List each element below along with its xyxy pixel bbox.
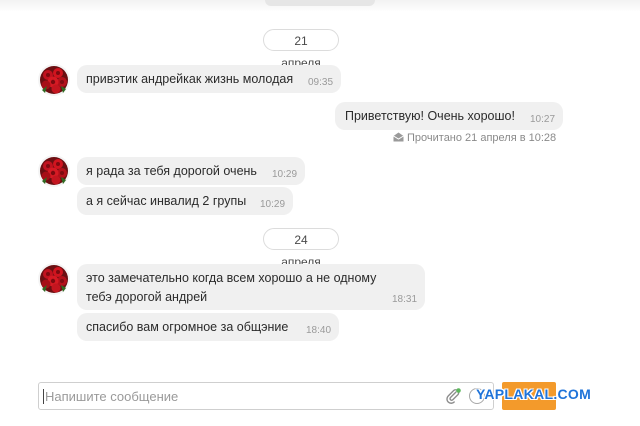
- incoming-message[interactable]: а я сейчас инвалид 2 групы 10:29: [77, 187, 293, 215]
- message-time: 10:29: [272, 169, 298, 180]
- red-roses-avatar-icon: [38, 155, 70, 187]
- message-text: привэтик андрейкак жизнь молодая: [86, 72, 294, 86]
- message-text: спасибо вам огромное за общэние: [86, 320, 289, 334]
- envelope-open-icon: [393, 132, 404, 145]
- date-separator: 21 апреля: [263, 29, 339, 70]
- message-time: 18:31: [392, 294, 418, 305]
- incoming-message[interactable]: спасибо вам огромное за общэние 18:40: [77, 313, 339, 341]
- message-text: а я сейчас инвалид 2 групы: [86, 194, 247, 208]
- text-caret: [43, 389, 44, 404]
- read-receipt-text: Прочитано 21 апреля в 10:28: [407, 132, 557, 144]
- message-composer[interactable]: [38, 382, 494, 410]
- site-watermark: YAPLAKAL.COM: [476, 386, 592, 402]
- message-time: 18:40: [306, 325, 332, 336]
- avatar[interactable]: [38, 263, 70, 295]
- outgoing-message[interactable]: Приветствую! Очень хорошо! 10:27: [335, 102, 563, 130]
- read-receipt: Прочитано 21 апреля в 10:28: [393, 132, 556, 145]
- incoming-message[interactable]: это замечательно когда всем хорошо а не …: [77, 264, 425, 310]
- date-separator: 24 апреля: [263, 228, 339, 269]
- avatar[interactable]: [38, 155, 70, 187]
- message-text: я рада за тебя дорогой очень: [86, 164, 257, 178]
- previous-date-pill-cut: [265, 0, 375, 6]
- message-time: 10:27: [530, 114, 556, 125]
- incoming-message[interactable]: я рада за тебя дорогой очень 10:29: [77, 157, 305, 185]
- message-text-line: тебэ дорогой андрей: [86, 290, 208, 304]
- red-roses-avatar-icon: [38, 64, 70, 96]
- message-input[interactable]: [45, 386, 435, 406]
- red-roses-avatar-icon: [38, 263, 70, 295]
- message-time: 10:29: [260, 199, 286, 210]
- message-time: 09:35: [308, 77, 334, 88]
- avatar[interactable]: [38, 64, 70, 96]
- message-text-line: это замечательно когда всем хорошо а не …: [86, 271, 377, 285]
- incoming-message[interactable]: привэтик андрейкак жизнь молодая 09:35: [77, 65, 341, 93]
- message-text: Приветствую! Очень хорошо!: [345, 109, 515, 123]
- paperclip-icon[interactable]: [444, 387, 462, 405]
